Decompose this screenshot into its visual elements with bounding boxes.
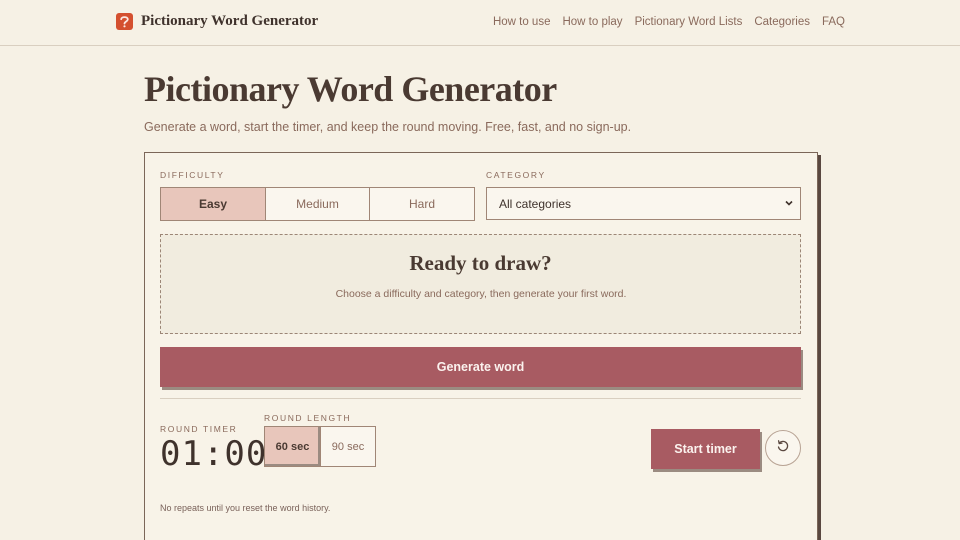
category-select-value: All categories (499, 196, 572, 211)
ready-text: Choose a difficulty and category, then g… (335, 288, 627, 300)
timer-display: 01:00 (160, 434, 268, 474)
round-length-option-90[interactable]: 90 sec (321, 427, 375, 466)
nav-link-faq[interactable]: FAQ (822, 16, 845, 28)
brand[interactable]: Pictionary Word Generator (116, 13, 318, 30)
category-label: CATEGORY (486, 170, 546, 180)
chevron-down-icon (784, 197, 794, 211)
divider (160, 398, 801, 399)
difficulty-option-hard[interactable]: Hard (370, 188, 474, 220)
question-mark-icon (116, 13, 133, 30)
generator-card: DIFFICULTY Easy Medium Hard CATEGORY All… (144, 152, 818, 540)
page-subtitle: Generate a word, start the timer, and ke… (144, 120, 632, 134)
brand-title: Pictionary Word Generator (141, 13, 319, 29)
difficulty-selector: Easy Medium Hard (160, 187, 475, 221)
category-select[interactable]: All categories (486, 187, 801, 220)
main-nav: How to use How to play Pictionary Word L… (493, 16, 845, 28)
reset-icon (776, 439, 790, 458)
round-timer-label: ROUND TIMER (160, 424, 238, 434)
round-length-label: ROUND LENGTH (264, 413, 352, 423)
ready-title: Ready to draw? (409, 251, 552, 275)
page-title: Pictionary Word Generator (144, 69, 557, 109)
history-note: No repeats until you reset the word hist… (160, 503, 331, 513)
round-length-selector: 60 sec 90 sec (264, 426, 376, 467)
difficulty-option-medium[interactable]: Medium (266, 188, 370, 220)
nav-link-how-to-play[interactable]: How to play (562, 16, 622, 28)
difficulty-label: DIFFICULTY (160, 170, 225, 180)
start-timer-button[interactable]: Start timer (651, 429, 760, 469)
generate-word-button[interactable]: Generate word (160, 347, 801, 387)
nav-link-how-to-use[interactable]: How to use (493, 16, 551, 28)
difficulty-option-easy[interactable]: Easy (161, 188, 266, 220)
nav-link-categories[interactable]: Categories (754, 16, 810, 28)
site-header: Pictionary Word Generator How to use How… (0, 0, 960, 46)
reset-timer-button[interactable] (765, 430, 801, 466)
round-length-option-60[interactable]: 60 sec (265, 427, 321, 466)
nav-link-word-lists[interactable]: Pictionary Word Lists (635, 16, 743, 28)
word-display: Ready to draw? Choose a difficulty and c… (160, 234, 801, 334)
